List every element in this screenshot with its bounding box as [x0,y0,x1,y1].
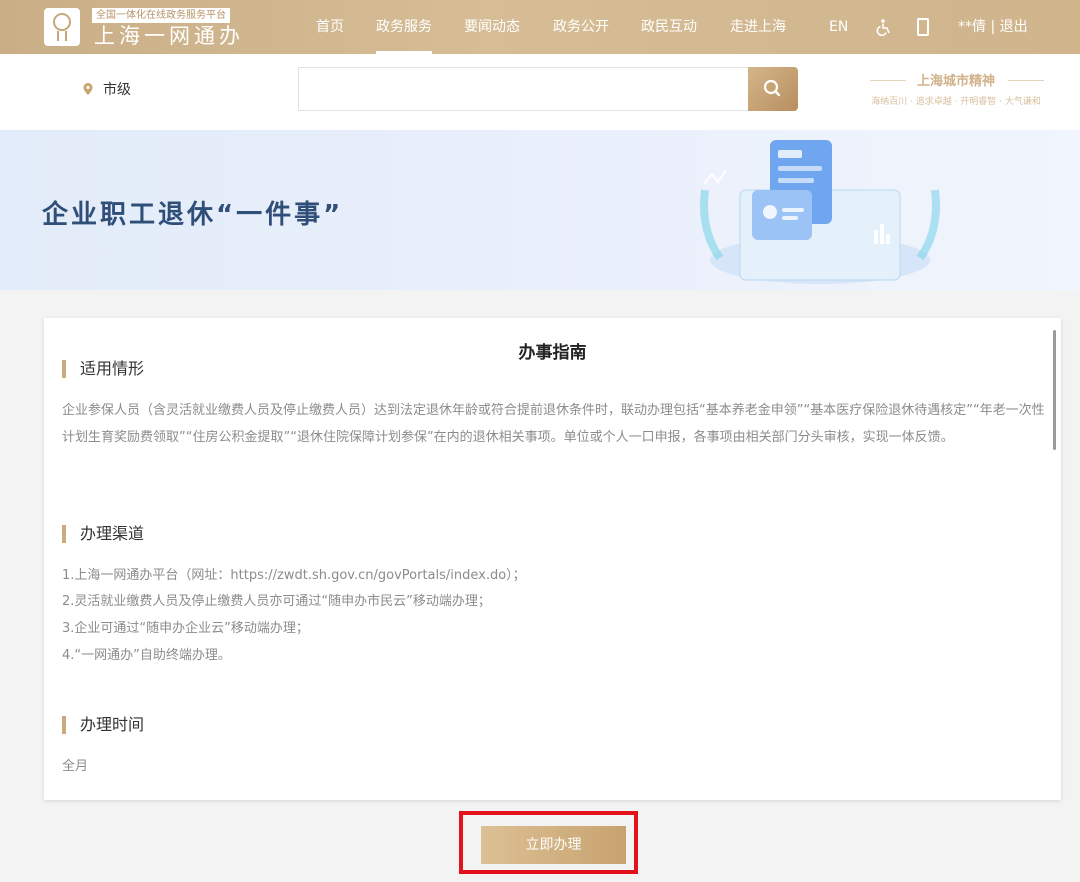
search-box [298,67,748,111]
channel-item: 2.灵活就业缴费人员及停止缴费人员亦可通过“随申办市民云”移动端办理； [62,594,491,609]
user-logout[interactable]: **倩 | 退出 [958,0,1028,54]
service-guide-card: 办事指南 适用情形 企业参保人员（含灵活就业缴费人员及停止缴费人员）达到法定退休… [44,318,1061,800]
page-title: 企业职工退休“一件事” [42,200,344,230]
location-pin-icon [83,83,93,95]
apply-now-button[interactable]: 立即办理 [481,826,626,864]
brand-title[interactable]: 上海一网通办 [94,24,244,48]
guide-title: 办事指南 [518,343,587,363]
spirit-divider-right [1008,80,1044,81]
mobile-icon[interactable] [917,18,929,36]
search-bar-row: 市级 上海城市精神 海纳百川 · 追求卓越 · 开明睿智 · 大气谦和 [0,54,1080,130]
nav-gov-services[interactable]: 政务服务 [376,0,432,54]
section-text-applicable: 企业参保人员（含灵活就业缴费人员及停止缴费人员）达到法定退休年龄或符合提前退休条… [62,403,1045,445]
section-heading-applicable: 适用情形 [62,360,144,378]
section-heading-channels: 办理渠道 [62,525,144,543]
top-navbar: 全国一体化在线政务服务平台 上海一网通办 首页 政务服务 要闻动态 政务公开 政… [0,0,1080,54]
search-input[interactable] [299,68,748,110]
city-selector[interactable]: 市级 [103,79,131,99]
page-banner: 企业职工退休“一件事” [0,130,1080,290]
city-spirit-slogan: 海纳百川 · 追求卓越 · 开明睿智 · 大气谦和 [871,97,1041,107]
nav-home[interactable]: 首页 [316,0,344,54]
nav-about-shanghai[interactable]: 走进上海 [730,0,786,54]
accessibility-icon[interactable] [874,18,892,36]
nav-interaction[interactable]: 政民互动 [641,0,697,54]
search-button[interactable] [748,67,798,111]
channel-item: 4.“一网通办”自助终端办理。 [62,648,231,663]
channel-item: 1.上海一网通办平台（网址：https://zwdt.sh.gov.cn/gov… [62,568,526,583]
document-illustration [700,140,940,284]
nav-news[interactable]: 要闻动态 [464,0,520,54]
section-text-hours: 全月 [62,759,89,774]
nav-gov-open[interactable]: 政务公开 [553,0,609,54]
section-heading-hours: 办理时间 [62,716,144,734]
brand-subtitle: 全国一体化在线政务服务平台 [92,8,230,23]
language-toggle[interactable]: EN [829,0,848,54]
logo-icon[interactable] [44,8,80,46]
search-icon [763,79,781,97]
channel-item: 3.企业可通过“随申办企业云”移动端办理； [62,621,309,636]
